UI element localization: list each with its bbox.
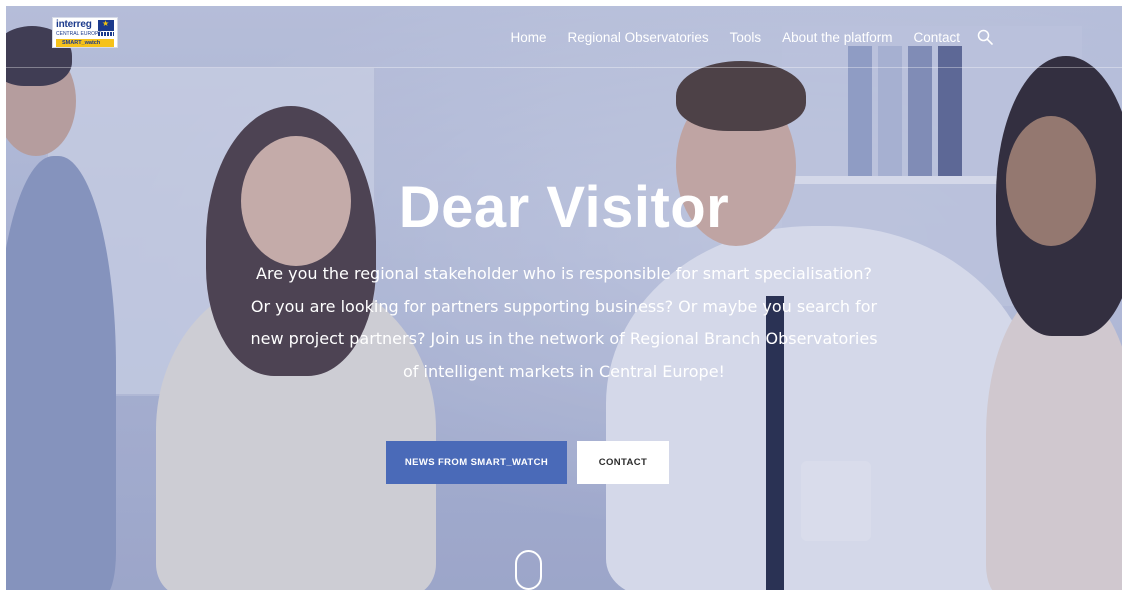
news-from-smart-watch-button[interactable]: NEWS FROM SMART_WATCH [386, 441, 567, 484]
site-header: interreg CENTRAL EUROPE SMART_watch Home… [6, 6, 1122, 68]
logo-tag: SMART_watch [56, 39, 114, 47]
eu-flag-icon [98, 19, 114, 31]
logo-stripe [98, 32, 114, 36]
logo-line-1: interreg [56, 19, 92, 30]
search-icon[interactable] [977, 29, 993, 45]
hero-description: Are you the regional stakeholder who is … [250, 264, 878, 381]
nav-item-contact[interactable]: Contact [913, 30, 960, 45]
nav-item-tools[interactable]: Tools [730, 30, 762, 45]
contact-button[interactable]: CONTACT [577, 441, 669, 484]
main-nav: Home Regional Observatories Tools About … [490, 6, 1122, 68]
interreg-smart-watch-logo[interactable]: interreg CENTRAL EUROPE SMART_watch [52, 17, 118, 48]
nav-item-home[interactable]: Home [511, 30, 547, 45]
nav-item-about-the-platform[interactable]: About the platform [782, 30, 892, 45]
hero-title: Dear Visitor [398, 175, 730, 240]
hero-section: interreg CENTRAL EUROPE SMART_watch Home… [6, 6, 1122, 590]
logo-line-2: CENTRAL EUROPE [56, 31, 102, 37]
scroll-down-indicator[interactable] [515, 550, 542, 590]
nav-item-regional-observatories[interactable]: Regional Observatories [568, 30, 709, 45]
